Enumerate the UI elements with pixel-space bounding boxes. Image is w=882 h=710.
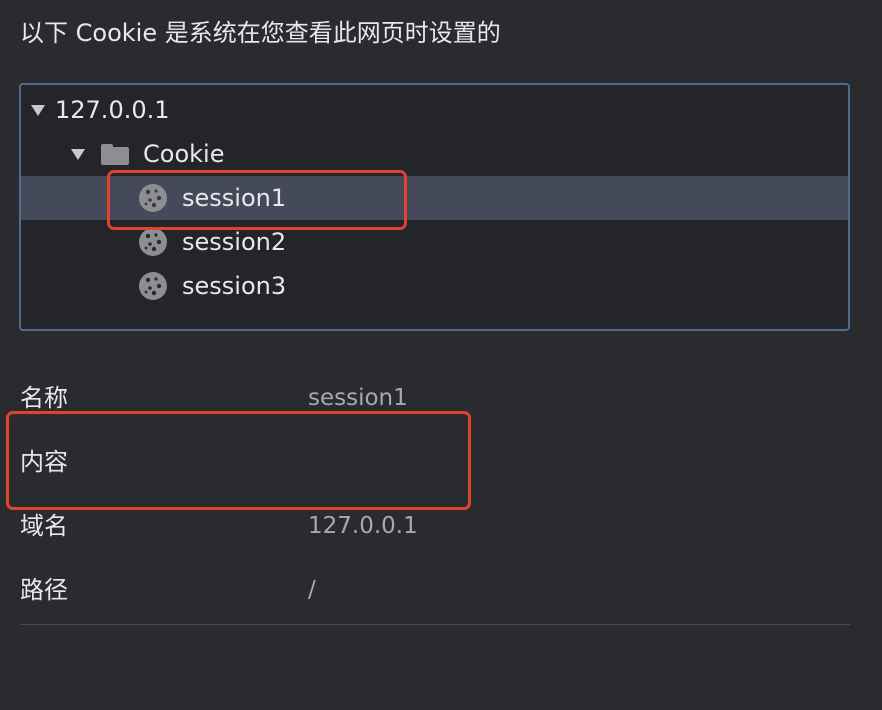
tree-node-host[interactable]: 127.0.0.1 xyxy=(21,88,848,132)
tree-host-label: 127.0.0.1 xyxy=(55,96,170,124)
annotation-box-content xyxy=(6,411,471,510)
disclosure-triangle-icon[interactable] xyxy=(31,104,45,116)
divider xyxy=(20,624,850,625)
path-value: / xyxy=(308,577,316,603)
folder-icon xyxy=(101,143,129,165)
disclosure-triangle-icon[interactable] xyxy=(71,148,85,160)
detail-row-path: 路径 / xyxy=(20,572,850,608)
cookie-label: session3 xyxy=(182,272,287,300)
cookie-icon xyxy=(139,228,167,256)
path-label: 路径 xyxy=(20,576,68,604)
domain-label: 域名 xyxy=(20,512,68,540)
annotation-box-selected-cookie xyxy=(107,170,407,230)
detail-row-domain: 域名 127.0.0.1 xyxy=(20,508,850,544)
dialog-title: 以下 Cookie 是系统在您查看此网页时设置的 xyxy=(20,19,501,47)
domain-value: 127.0.0.1 xyxy=(308,513,418,539)
tree-folder-label: Cookie xyxy=(143,140,225,168)
cookie-icon xyxy=(139,272,167,300)
tree-node-cookie-session3[interactable]: session3 xyxy=(21,264,848,308)
cookie-dialog: 以下 Cookie 是系统在您查看此网页时设置的 127.0.0.1 Cooki… xyxy=(0,0,882,710)
cookie-label: session2 xyxy=(182,228,287,256)
